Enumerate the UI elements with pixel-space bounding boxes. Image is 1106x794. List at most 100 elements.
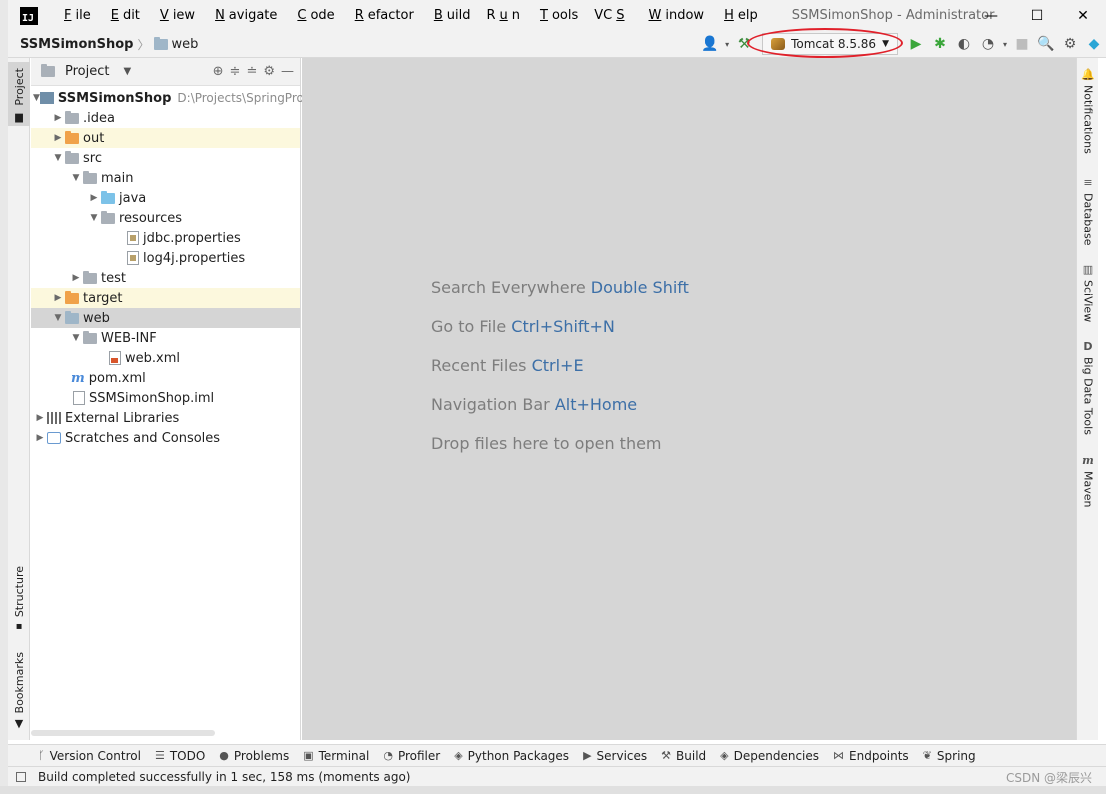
menu-mnemonic: R: [354, 8, 364, 23]
menu-mnemonic: W: [648, 8, 662, 23]
chevron-right-icon[interactable]: ▶: [87, 193, 101, 203]
tree-item-resources[interactable]: ▼ resources: [31, 208, 300, 228]
chevron-down-icon[interactable]: ▼: [51, 153, 65, 163]
search-icon[interactable]: 🔍: [1034, 32, 1058, 56]
coverage-icon[interactable]: ◐: [952, 32, 976, 56]
tree-item-jdbc-properties[interactable]: jdbc.properties: [31, 228, 300, 248]
tab-services[interactable]: ▶ Services: [579, 749, 657, 763]
menu-file[interactable]: File: [52, 8, 99, 23]
chevron-right-icon[interactable]: ▶: [33, 433, 47, 443]
structure-tool-tab[interactable]: Structure ▪: [8, 566, 30, 636]
project-tool-tab[interactable]: Project ▆: [8, 62, 30, 126]
sciview-tool-tab[interactable]: ▥ SciView: [1077, 263, 1099, 322]
tree-item-test[interactable]: ▶ test: [31, 268, 300, 288]
stop-icon[interactable]: ■: [1010, 32, 1034, 56]
chevron-right-icon[interactable]: ▶: [51, 293, 65, 303]
gear-icon[interactable]: ⚙: [263, 64, 275, 79]
tree-item-scratches[interactable]: ▶ Scratches and Consoles: [31, 428, 300, 448]
menu-window[interactable]: Window: [637, 8, 713, 23]
tab-problems[interactable]: ● Problems: [215, 749, 299, 763]
chevron-down-icon[interactable]: ▼: [69, 173, 83, 183]
user-dropdown-chevron-icon[interactable]: ▾: [722, 32, 732, 56]
tree-item-pom-xml[interactable]: m pom.xml: [31, 368, 300, 388]
menu-view[interactable]: View: [148, 8, 203, 23]
folder-icon: [83, 170, 97, 184]
run-icon[interactable]: ▶: [904, 32, 928, 56]
tab-build[interactable]: ⚒ Build: [657, 749, 716, 763]
menu-navigate[interactable]: Navigate: [203, 8, 285, 23]
menu-vcs[interactable]: VC S: [586, 8, 636, 23]
breadcrumb-project[interactable]: SSMSimonShop: [20, 37, 133, 52]
menu-code[interactable]: Code: [285, 8, 342, 23]
menu-build[interactable]: Build: [422, 8, 479, 23]
tab-profiler[interactable]: ◔ Profiler: [379, 749, 450, 763]
big-data-tools-tool-tab[interactable]: D Big Data Tools: [1077, 340, 1099, 435]
menu-label: ools: [551, 8, 579, 23]
expand-all-icon[interactable]: ≑: [230, 64, 241, 79]
jetbrains-plugin-icon[interactable]: ◆: [1082, 32, 1106, 56]
database-tool-tab[interactable]: ≡ Database: [1077, 176, 1099, 246]
horizontal-scrollbar[interactable]: [31, 730, 215, 736]
tree-item-java[interactable]: ▶ java: [31, 188, 300, 208]
gear-icon[interactable]: ⚙: [1058, 32, 1082, 56]
tab-todo[interactable]: ☰ TODO: [151, 749, 215, 763]
menu-edit[interactable]: Edit: [99, 8, 148, 23]
status-message[interactable]: Build completed successfully in 1 sec, 1…: [38, 770, 410, 784]
tab-python-packages[interactable]: ◈ Python Packages: [450, 749, 579, 763]
collapse-all-icon[interactable]: ≐: [246, 64, 257, 79]
tab-spring[interactable]: ❦ Spring: [919, 749, 986, 763]
toggle-tool-windows-icon[interactable]: [16, 771, 26, 782]
chevron-right-icon[interactable]: ▶: [51, 113, 65, 123]
tree-item-main[interactable]: ▼ main: [31, 168, 300, 188]
project-panel-header: Project ▼ ⊕ ≑ ≐ ⚙ —: [31, 58, 300, 86]
tree-item-out[interactable]: ▶ out: [31, 128, 300, 148]
menu-refactor[interactable]: Refactor: [343, 8, 422, 23]
spring-leaf-icon: ❦: [922, 749, 932, 762]
tree-item-log4j-properties[interactable]: log4j.properties: [31, 248, 300, 268]
chevron-down-icon[interactable]: ▼: [69, 333, 83, 343]
tree-item-src[interactable]: ▼ src: [31, 148, 300, 168]
chevron-down-icon[interactable]: ▼: [51, 313, 65, 323]
chevron-right-icon[interactable]: ▶: [51, 133, 65, 143]
user-icon[interactable]: 👤: [698, 32, 722, 56]
chevron-down-icon[interactable]: ▼: [87, 213, 101, 223]
editor-area[interactable]: Search Everywhere Double Shift Go to Fil…: [302, 58, 1076, 740]
profile-dropdown-chevron-icon[interactable]: ▾: [1000, 32, 1010, 56]
notifications-tool-tab[interactable]: 🔔 Notifications: [1077, 68, 1099, 154]
chevron-down-icon[interactable]: ▼: [123, 66, 131, 77]
close-button[interactable]: ✕: [1060, 0, 1106, 31]
tab-endpoints[interactable]: ⋈ Endpoints: [829, 749, 919, 763]
tab-terminal[interactable]: ▣ Terminal: [299, 749, 379, 763]
run-configuration-label: Tomcat 8.5.86: [791, 37, 877, 51]
bookmarks-tool-tab[interactable]: Bookmarks ▼: [8, 652, 30, 732]
tree-item-web-xml[interactable]: web.xml: [31, 348, 300, 368]
maximize-button[interactable]: ☐: [1014, 0, 1060, 31]
chevron-down-icon[interactable]: ▼: [33, 93, 40, 103]
menu-help[interactable]: Help: [712, 8, 766, 23]
breadcrumb-folder[interactable]: web: [172, 37, 199, 52]
tree-item-idea[interactable]: ▶ .idea: [31, 108, 300, 128]
tree-item-iml[interactable]: SSMSimonShop.iml: [31, 388, 300, 408]
intellij-logo-icon: IJ: [20, 6, 38, 25]
profile-icon[interactable]: ◔: [976, 32, 1000, 56]
chevron-right-icon[interactable]: ▶: [33, 413, 47, 423]
run-configuration-selector[interactable]: Tomcat 8.5.86 ▼: [747, 28, 904, 58]
tree-item-project-root[interactable]: ▼ SSMSimonShop D:\Projects\SpringProj: [31, 88, 307, 108]
tree-item-web-inf[interactable]: ▼ WEB-INF: [31, 328, 300, 348]
menu-tools[interactable]: Tools: [528, 8, 586, 23]
chevron-right-icon[interactable]: ▶: [69, 273, 83, 283]
menu-mnemonic: E: [110, 8, 119, 23]
tab-dependencies[interactable]: ◈ Dependencies: [716, 749, 829, 763]
select-opened-file-icon[interactable]: ⊕: [213, 64, 224, 79]
minimize-button[interactable]: —: [968, 0, 1014, 31]
project-view-title[interactable]: Project: [65, 64, 109, 79]
maven-tool-tab[interactable]: m Maven: [1077, 454, 1099, 507]
tree-item-external-libraries[interactable]: ▶ External Libraries: [31, 408, 300, 428]
hide-panel-icon[interactable]: —: [281, 64, 294, 79]
debug-bug-icon[interactable]: ✱: [928, 32, 952, 56]
build-hammer-icon[interactable]: ⚒: [732, 32, 756, 56]
tree-item-web[interactable]: ▼ web: [31, 308, 300, 328]
tree-item-target[interactable]: ▶ target: [31, 288, 300, 308]
menu-run[interactable]: Run: [478, 8, 528, 23]
tab-version-control[interactable]: ᚴ Version Control: [34, 749, 151, 763]
